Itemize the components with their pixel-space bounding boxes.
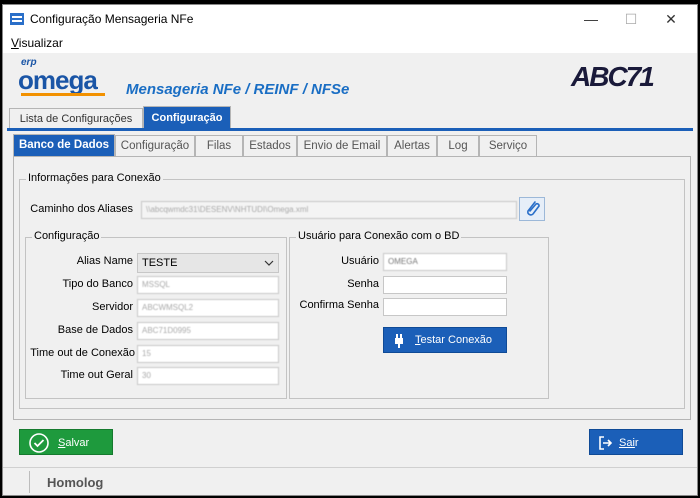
tipo-banco-field[interactable]: MSSQL xyxy=(137,276,279,294)
subtab-log[interactable]: Log xyxy=(437,135,479,157)
timeout-conexao-label: Time out de Conexão xyxy=(30,347,135,359)
close-button[interactable]: ✕ xyxy=(651,7,691,31)
subtab-envio-de-email[interactable]: Envio de Email xyxy=(297,135,387,157)
timeout-geral-label: Time out Geral xyxy=(60,369,133,381)
group-usuario-conexao-title: Usuário para Conexão com o BD xyxy=(296,230,462,242)
salvar-button[interactable]: Salvar xyxy=(19,429,113,455)
tab-underline xyxy=(7,128,693,131)
caminho-aliases-field[interactable]: \\abcqwmdc31\DESENV\NHTUDI\Omega.xml xyxy=(141,201,517,219)
main-window: Configuração Mensageria NFe — ☐ ✕ Visual… xyxy=(2,4,698,496)
subtab-servico[interactable]: Serviço xyxy=(479,135,537,157)
alias-name-value: TESTE xyxy=(142,257,178,269)
check-circle-icon xyxy=(29,433,49,453)
logo-omega-text: omega xyxy=(18,65,98,95)
brand-logo: ABC71 xyxy=(571,61,655,92)
title-bar: Configuração Mensageria NFe — ☐ ✕ xyxy=(3,5,697,33)
servidor-field[interactable]: ABCWMSQL2 xyxy=(137,299,279,317)
usuario-field[interactable]: OMEGA xyxy=(383,253,507,271)
subtab-banco-de-dados[interactable]: Banco de Dados xyxy=(13,134,115,157)
alias-name-select[interactable]: TESTE xyxy=(137,253,279,273)
tab-configuracao[interactable]: Configuração xyxy=(143,106,231,129)
group-informacoes-conexao-title: Informações para Conexão xyxy=(26,172,163,184)
subtab-configuracao[interactable]: Configuração xyxy=(115,135,195,157)
logo-underline xyxy=(21,93,105,96)
usuario-label: Usuário xyxy=(341,255,379,267)
window-title: Configuração Mensageria NFe xyxy=(30,12,194,26)
timeout-geral-field[interactable]: 30 xyxy=(137,367,279,385)
testar-rest: estar Conexão xyxy=(420,334,493,346)
paperclip-icon xyxy=(527,201,540,216)
caminho-aliases-label: Caminho dos Aliases xyxy=(30,203,133,215)
timeout-conexao-field[interactable]: 15 xyxy=(137,345,279,363)
sair-rest: r xyxy=(634,437,639,449)
senha-label: Senha xyxy=(347,278,379,290)
subtab-estados[interactable]: Estados xyxy=(243,135,297,157)
base-dados-field[interactable]: ABC71D0995 xyxy=(137,322,279,340)
browse-aliases-button[interactable] xyxy=(519,197,545,221)
salvar-label: Salvar xyxy=(58,437,89,449)
menu-visualizar-accel: V xyxy=(11,36,19,50)
menu-bar: Visualizar xyxy=(3,33,697,53)
salvar-rest: alvar xyxy=(65,437,90,449)
maximize-button[interactable]: ☐ xyxy=(611,7,651,31)
confirma-senha-label: Confirma Senha xyxy=(299,299,380,311)
status-bar xyxy=(3,467,697,495)
base-dados-label: Base de Dados xyxy=(57,324,133,336)
subtab-filas[interactable]: Filas xyxy=(195,135,243,157)
group-configuracao-title: Configuração xyxy=(32,230,102,242)
tab-lista-configuracoes[interactable]: Lista de Configurações xyxy=(9,108,143,129)
exit-icon xyxy=(599,436,613,450)
app-icon xyxy=(10,13,24,25)
testar-conexao-button[interactable]: Testar Conexão xyxy=(383,327,507,353)
status-separator xyxy=(29,471,30,493)
menu-visualizar[interactable]: Visualizar xyxy=(11,36,63,50)
sair-button[interactable]: Sair xyxy=(589,429,683,455)
sair-label: Sair xyxy=(619,437,639,449)
menu-visualizar-label: isualizar xyxy=(18,36,63,50)
minimize-button[interactable]: — xyxy=(571,7,611,31)
header-subtitle: Mensageria NFe / REINF / NFSe xyxy=(126,81,350,98)
servidor-label: Servidor xyxy=(92,301,133,313)
confirma-senha-field[interactable] xyxy=(383,298,507,316)
subtab-alertas[interactable]: Alertas xyxy=(387,135,437,157)
tipo-banco-label: Tipo do Banco xyxy=(62,278,133,290)
plug-icon xyxy=(395,334,403,348)
alias-name-label: Alias Name xyxy=(76,255,133,267)
testar-conexao-label: Testar Conexão xyxy=(415,334,492,346)
status-environment: Homolog xyxy=(47,475,104,490)
senha-field[interactable] xyxy=(383,276,507,294)
sair-accel: Sai xyxy=(619,437,635,449)
